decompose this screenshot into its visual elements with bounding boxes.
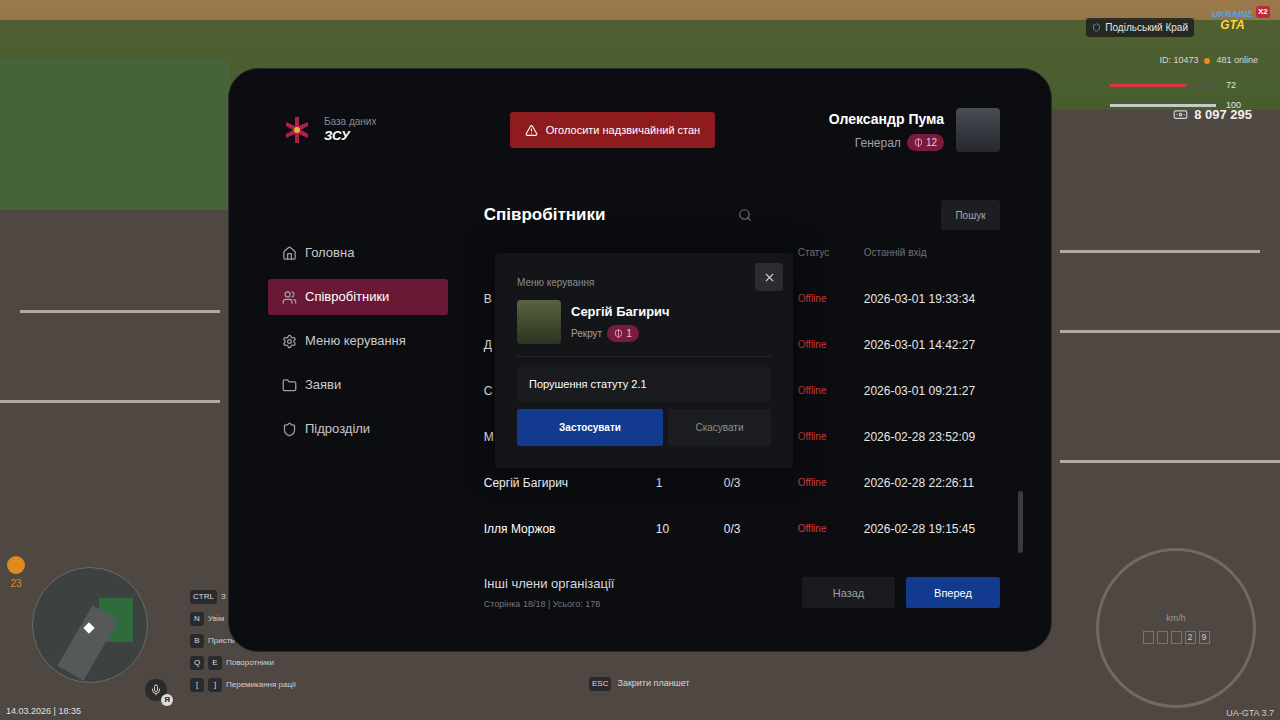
- key-cap: CTRL: [190, 590, 217, 604]
- sidebar-item[interactable]: Меню керування: [268, 323, 448, 359]
- sidebar-item[interactable]: Заяви: [268, 367, 448, 403]
- table-footer: Інші члени організаціїСторінка 18/18 | У…: [484, 575, 1000, 611]
- reason-input[interactable]: Порушення статуту 2.1: [517, 367, 771, 402]
- user-avatar: [956, 108, 1000, 152]
- member-info: Сергій БагиричРекрут1: [517, 300, 771, 357]
- parking-line: [1060, 460, 1280, 463]
- users-icon: [282, 290, 297, 305]
- sidebar-item[interactable]: Головна: [268, 235, 448, 271]
- sidebar-item[interactable]: Співробітники: [268, 279, 448, 315]
- odometer-digit: [1171, 631, 1182, 644]
- vital-fill: [1110, 84, 1186, 87]
- speedometer: km/h29: [1096, 548, 1256, 708]
- key-cap: B: [190, 634, 204, 648]
- parking-line: [0, 400, 220, 403]
- game-screen: Подільський Край UKRAINEGTAX2 ID: 10473481…: [0, 0, 1280, 720]
- gear-icon: [282, 334, 297, 349]
- odometer-digit: 9: [1199, 631, 1210, 644]
- content-header: СпівробітникиПошук: [484, 200, 1000, 230]
- close-button[interactable]: [755, 263, 783, 291]
- shield-icon: [282, 422, 297, 437]
- key-hint: CTRLЗ: [190, 589, 296, 605]
- control-modal: Меню керуванняСергій БагиричРекрут1Поруш…: [495, 253, 793, 468]
- vital-track: [1110, 84, 1216, 87]
- odometer-digit: 2: [1185, 631, 1196, 644]
- user-profile: Олександр ПумаГенерал12: [829, 108, 1000, 152]
- parking-line: [20, 310, 220, 313]
- key-cap: N: [190, 612, 204, 626]
- close-icon: [763, 271, 776, 284]
- search-field[interactable]: [738, 200, 941, 230]
- key-cap: Q: [190, 656, 204, 670]
- minimap: [32, 567, 148, 683]
- key-hints: CTRLЗ NУвім BПристь QEПоворотники []Перемика…: [190, 589, 296, 693]
- server-info: ID: 10473481 online: [1159, 54, 1258, 68]
- zsu-emblem-icon: [282, 115, 312, 145]
- key-hint: BПристь: [190, 633, 296, 649]
- level-badge: 12: [907, 134, 944, 151]
- cancel-button[interactable]: Скасувати: [668, 409, 771, 446]
- money-icon: [1173, 107, 1188, 122]
- hedge: [0, 60, 230, 210]
- key-hint: QEПоворотники: [190, 655, 296, 671]
- sidebar-item[interactable]: Підрозділи: [268, 411, 448, 447]
- shield-icon: [1092, 23, 1101, 32]
- key-hint: []Перемикання рації: [190, 677, 296, 693]
- parking-line: [1060, 250, 1260, 253]
- logo-badge: X2: [1256, 6, 1270, 18]
- warning-icon: [525, 124, 538, 137]
- shield-icon: [914, 138, 923, 147]
- version: UA-GTA 3.7: [1226, 707, 1274, 720]
- tablet: База данихЗСУОголосити надзвичайний стан…: [228, 68, 1052, 652]
- key-cap: ]: [208, 678, 222, 692]
- server-label: Подільський Край: [1086, 18, 1194, 37]
- emergency-button[interactable]: Оголосити надзвичайний стан: [510, 112, 715, 148]
- member-avatar: [517, 300, 561, 344]
- microphone-icon: [150, 684, 162, 696]
- hunger-icon: [7, 556, 25, 574]
- folder-icon: [282, 378, 297, 393]
- odometer-digit: [1143, 631, 1154, 644]
- column-header: Останній вхід: [864, 245, 1000, 260]
- next-button[interactable]: Вперед: [906, 577, 1000, 608]
- vital-bar: 72: [1110, 79, 1241, 93]
- datetime: 14.03.2026 | 18:35: [6, 705, 81, 719]
- hunger-indicator: 23: [7, 556, 25, 591]
- search-button[interactable]: Пошук: [941, 200, 1000, 230]
- column-header: Статус: [798, 245, 864, 260]
- online-dot: [1204, 58, 1210, 64]
- level-badge: 1: [607, 325, 639, 342]
- brand: База данихЗСУ: [268, 115, 510, 145]
- shield-icon: [614, 329, 623, 338]
- search-icon: [738, 208, 752, 222]
- sidebar: Головна Співробітники Меню керування Заяви П…: [268, 200, 448, 611]
- odometer-digit: [1157, 631, 1168, 644]
- key-hint: NУвім: [190, 611, 296, 627]
- parking-line: [1060, 330, 1280, 333]
- key-cap: ESC: [589, 677, 611, 691]
- key-cap: [: [190, 678, 204, 692]
- voice-badge: Я: [161, 694, 173, 706]
- scrollbar[interactable]: [1018, 491, 1023, 553]
- money: 8 097 295: [1173, 105, 1252, 125]
- tablet-header: База данихЗСУОголосити надзвичайний стан…: [268, 108, 1000, 152]
- prev-button[interactable]: Назад: [802, 577, 895, 608]
- vital-track: [1110, 104, 1216, 107]
- esc-hint: ESCЗакрити планшет: [589, 677, 690, 691]
- server-logo: UKRAINEGTA: [1212, 10, 1253, 31]
- table-row[interactable]: Ілля Моржов100/3Offline2026-02-28 19:15:…: [484, 506, 1000, 552]
- vital-fill: [1110, 104, 1216, 107]
- key-cap: E: [208, 656, 222, 670]
- home-icon: [282, 246, 297, 261]
- apply-button[interactable]: Застосувати: [517, 409, 663, 446]
